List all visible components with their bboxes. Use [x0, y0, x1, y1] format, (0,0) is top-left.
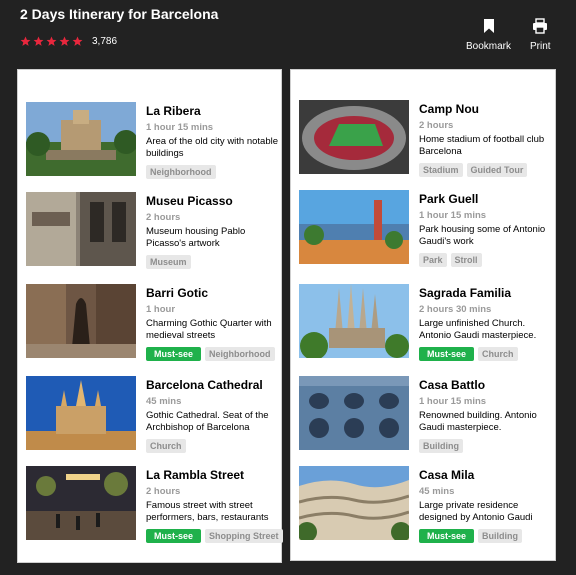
attraction-sagrada-familia[interactable]: Sagrada Familia 2 hours 30 mins Large un…: [299, 284, 551, 361]
tag-badge: Guided Tour: [466, 163, 528, 177]
attraction-name: Barcelona Cathedral: [146, 378, 263, 392]
attraction-photo: [26, 376, 136, 450]
bookmark-icon: [483, 19, 494, 33]
must-see-badge: Must-see: [419, 347, 475, 361]
attraction-description: Home stadium of football club Barcelona: [419, 134, 545, 157]
day1-column: La Ribera 1 hour 15 mins Area of the old…: [17, 69, 283, 563]
attraction-description: Park housing some of Antonio Gaudi's wor…: [419, 224, 546, 247]
bookmark-button[interactable]: Bookmark: [466, 18, 511, 52]
attraction-name: Sagrada Familia: [419, 286, 512, 300]
attraction-duration: 2 hours 30 mins: [419, 304, 492, 315]
attraction-description: Museum housing Pablo Picasso's artwork: [146, 226, 246, 249]
attraction-photo: [26, 102, 136, 176]
star-icon: [59, 36, 70, 46]
attraction-description: Area of the old city with notable buildi…: [146, 136, 279, 159]
attraction-photo: [299, 190, 409, 264]
tag-badge: Stroll: [450, 253, 482, 267]
day2-column: Camp Nou 2 hours Home stadium of footbal…: [290, 69, 556, 561]
attraction-name: Museu Picasso: [146, 194, 233, 208]
tag-badge: Neighborhood: [146, 165, 216, 179]
tag-badge: Park: [419, 253, 447, 267]
attraction-photo: [26, 192, 136, 266]
attraction-name: Casa Mila: [419, 468, 475, 482]
tag-badge: Shopping Street: [205, 529, 283, 543]
attraction-barri-gotic[interactable]: Barri Gotic 1 hour Charming Gothic Quart…: [26, 284, 278, 361]
attraction-museu-picasso[interactable]: Museu Picasso 2 hours Museum housing Pab…: [26, 192, 278, 269]
attraction-duration: 2 hours: [419, 120, 454, 131]
tag-badge: Neighborhood: [205, 347, 275, 361]
attraction-duration: 45 mins: [146, 396, 182, 407]
star-icon: [33, 36, 44, 46]
page-header: 2 Days Itinerary for Barcelona 3,786 Boo…: [0, 0, 576, 66]
star-icon: [72, 36, 83, 46]
star-icon: [46, 36, 57, 46]
attraction-description: Famous street with street performers, ba…: [146, 500, 269, 523]
tag-badge: Stadium: [419, 163, 463, 177]
attraction-photo: [299, 284, 409, 358]
attraction-park-guell[interactable]: Park Guell 1 hour 15 mins Park housing s…: [299, 190, 551, 267]
attraction-photo: [299, 466, 409, 540]
attraction-casa-mila[interactable]: Casa Mila 45 mins Large private residenc…: [299, 466, 551, 543]
printer-icon: [533, 18, 548, 34]
attraction-description: Gothic Cathedral. Seat of the Archbishop…: [146, 410, 269, 433]
attraction-photo: [299, 100, 409, 174]
attraction-la-ribera[interactable]: La Ribera 1 hour 15 mins Area of the old…: [26, 102, 279, 179]
rating-count: 3,786: [92, 36, 118, 47]
attraction-description: Large unfinished Church. Antonio Gaudi m…: [419, 318, 537, 341]
attraction-barcelona-cathedral[interactable]: Barcelona Cathedral 45 mins Gothic Cathe…: [26, 376, 278, 453]
attraction-description: Renowned building. Antonio Gaudi masterp…: [419, 410, 537, 433]
attraction-name: Camp Nou: [419, 102, 479, 116]
attraction-duration: 1 hour 15 mins: [419, 396, 487, 407]
attraction-photo: [26, 284, 136, 358]
attraction-duration: 45 mins: [419, 486, 455, 497]
rating: 3,786: [20, 36, 117, 47]
attraction-photo: [26, 466, 136, 540]
attraction-photo: [299, 376, 409, 450]
tag-badge: Church: [478, 347, 518, 361]
attraction-name: La Rambla Street: [146, 468, 245, 482]
print-label: Print: [530, 41, 551, 52]
attraction-duration: 1 hour 15 mins: [419, 210, 487, 221]
tag-badge: Building: [478, 529, 523, 543]
page-title: 2 Days Itinerary for Barcelona: [20, 6, 219, 22]
bookmark-label: Bookmark: [466, 41, 512, 52]
attraction-name: La Ribera: [146, 104, 201, 118]
tag-badge: Museum: [146, 255, 191, 269]
attraction-casa-battlo[interactable]: Casa Battlo 1 hour 15 mins Renowned buil…: [299, 376, 551, 453]
attraction-duration: 1 hour 15 mins: [146, 122, 214, 133]
must-see-badge: Must-see: [419, 529, 475, 543]
attraction-name: Park Guell: [419, 192, 479, 206]
attraction-name: Casa Battlo: [419, 378, 486, 392]
attraction-duration: 2 hours: [146, 486, 181, 497]
attraction-description: Charming Gothic Quarter with medieval st…: [146, 318, 272, 341]
attraction-la-rambla-street[interactable]: La Rambla Street 2 hours Famous street w…: [26, 466, 283, 543]
rating-stars: [20, 36, 83, 47]
attraction-camp-nou[interactable]: Camp Nou 2 hours Home stadium of footbal…: [299, 100, 551, 177]
must-see-badge: Must-see: [146, 529, 202, 543]
tag-badge: Building: [419, 439, 463, 453]
attraction-duration: 2 hours: [146, 212, 181, 223]
tag-badge: Church: [146, 439, 186, 453]
star-icon: [20, 36, 31, 46]
must-see-badge: Must-see: [146, 347, 202, 361]
attraction-duration: 1 hour: [146, 304, 176, 315]
attraction-description: Large private residence designed by Anto…: [419, 500, 533, 523]
print-button[interactable]: Print: [530, 18, 551, 52]
attraction-name: Barri Gotic: [146, 286, 209, 300]
